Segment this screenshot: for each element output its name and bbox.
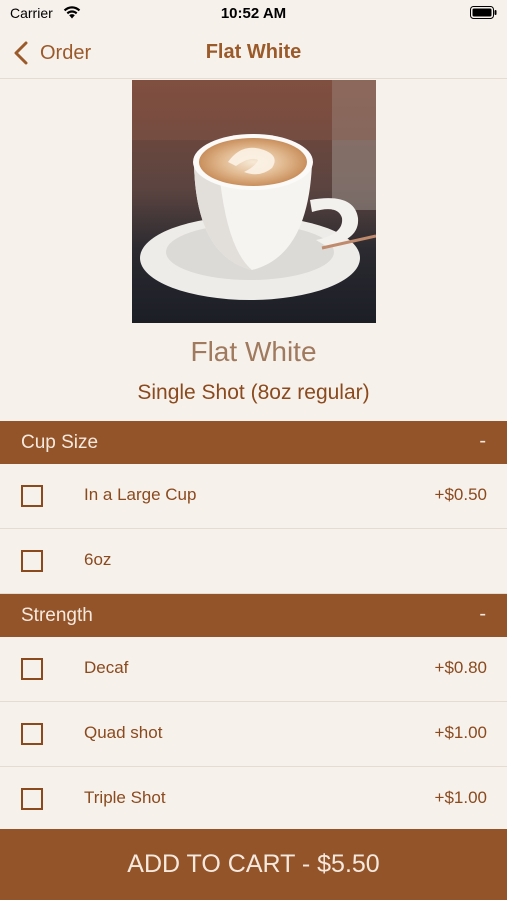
battery-icon bbox=[470, 6, 497, 19]
option-row-decaf[interactable]: Decaf +$0.80 bbox=[0, 637, 507, 702]
status-bar: Carrier 10:52 AM bbox=[0, 0, 507, 28]
checkbox-6oz[interactable] bbox=[21, 550, 43, 572]
option-row-6oz[interactable]: 6oz bbox=[0, 529, 507, 594]
navigation-bar: Order Flat White bbox=[0, 28, 507, 79]
coffee-cup-image bbox=[132, 80, 376, 323]
option-price: +$1.00 bbox=[434, 788, 487, 807]
add-to-cart-button[interactable]: ADD TO CART - $5.50 bbox=[0, 829, 507, 900]
checkbox-decaf[interactable] bbox=[21, 658, 43, 680]
option-price: +$1.00 bbox=[434, 723, 487, 742]
option-name: Triple Shot bbox=[84, 788, 166, 807]
option-row-large-cup[interactable]: In a Large Cup +$0.50 bbox=[0, 464, 507, 529]
checkbox-quad-shot[interactable] bbox=[21, 723, 43, 745]
product-description: Single Shot (8oz regular) bbox=[137, 381, 370, 404]
option-name: 6oz bbox=[84, 550, 112, 569]
section-header-cup-size[interactable]: Cup Size - bbox=[0, 421, 507, 464]
option-price: +$0.50 bbox=[434, 485, 487, 504]
product-name: Flat White bbox=[190, 336, 317, 367]
status-time: 10:52 AM bbox=[220, 5, 287, 22]
checkbox-large-cup[interactable] bbox=[21, 485, 43, 507]
option-row-triple-shot[interactable]: Triple Shot +$1.00 bbox=[0, 767, 507, 832]
page-title: Flat White bbox=[205, 41, 302, 63]
option-row-quad-shot[interactable]: Quad shot +$1.00 bbox=[0, 702, 507, 767]
product-photo bbox=[132, 80, 376, 323]
section-title: Cup Size bbox=[21, 432, 99, 453]
section-header-strength[interactable]: Strength - bbox=[0, 594, 507, 637]
option-name: Quad shot bbox=[84, 723, 163, 742]
option-price: +$0.80 bbox=[434, 658, 487, 677]
section-title: Strength bbox=[21, 605, 93, 626]
option-name: Decaf bbox=[84, 658, 129, 677]
collapse-toggle[interactable]: - bbox=[479, 603, 486, 626]
collapse-toggle[interactable]: - bbox=[479, 430, 486, 453]
checkbox-triple-shot[interactable] bbox=[21, 788, 43, 810]
option-name: In a Large Cup bbox=[84, 485, 197, 504]
